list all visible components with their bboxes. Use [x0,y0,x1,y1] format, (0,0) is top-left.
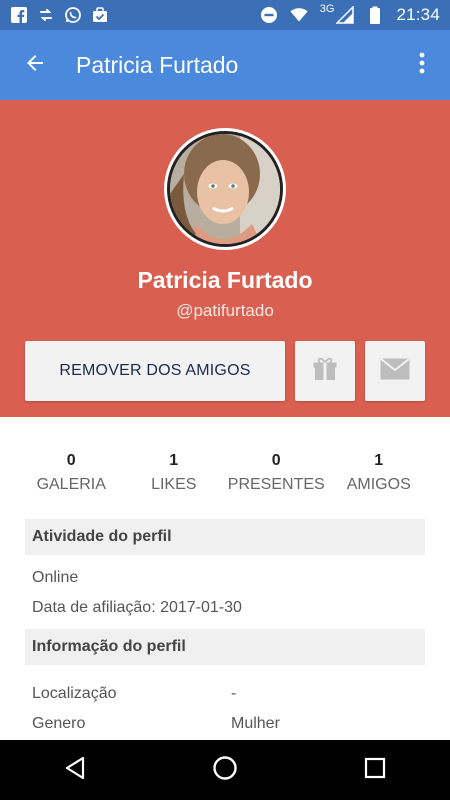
profile-name: Patricia Furtado [137,267,313,293]
clock: 21:34 [396,5,440,24]
profile-stats: 0 GALERIA 1 LIKES 0 PRESENTES 1 AMIGOS [20,452,430,502]
stat-gifts[interactable]: 0 PRESENTES [225,452,328,502]
signal-icon [336,6,355,24]
stat-gallery[interactable]: 0 GALERIA [20,452,123,502]
avatar[interactable] [164,128,286,250]
briefcase-check-icon [91,6,109,24]
sync-icon [37,6,55,24]
stat-likes[interactable]: 1 LIKES [123,452,226,502]
home-circle-icon [212,755,238,786]
stat-friends[interactable]: 1 AMIGOS [328,452,431,502]
info-section-header: Informação do perfil [25,629,425,665]
send-gift-button[interactable] [295,341,355,401]
status-bar: 3G 21:34 [0,0,450,30]
battery-icon [366,6,384,24]
stat-value: 1 [374,452,384,469]
system-navigation-bar [0,740,450,800]
stat-value: 0 [271,452,281,469]
stat-label: LIKES [151,476,197,493]
avatar-photo [167,131,283,247]
nav-home-button[interactable] [195,740,255,800]
profile-header: Patricia Furtado @patifurtado REMOVER DO… [0,100,450,417]
system-icons: 3G 21:34 [260,3,440,25]
nav-back-button[interactable] [45,740,105,800]
stat-value: 1 [169,452,179,469]
activity-section-header: Atividade do perfil [25,519,425,555]
back-triangle-icon [64,756,86,785]
profile-handle: @patifurtado [176,301,274,320]
more-vert-icon [419,52,425,79]
info-row-label: Genero [32,715,86,732]
stat-label: GALERIA [36,476,106,493]
notification-icons [10,6,109,24]
nav-recents-button[interactable] [345,740,405,800]
back-button[interactable] [0,30,70,100]
overflow-menu-button[interactable] [394,30,450,100]
join-date: Data de afiliação: 2017-01-30 [32,599,242,616]
recents-square-icon [364,757,386,784]
stat-label: PRESENTES [227,476,325,493]
info-row-value: - [231,685,237,702]
remove-friend-button[interactable]: REMOVER DOS AMIGOS [25,341,285,401]
info-row-label: Localização [32,685,117,702]
online-status: Online [32,569,79,586]
mail-icon [380,357,410,385]
do-not-disturb-icon [260,6,278,24]
stat-label: AMIGOS [346,476,411,493]
page-title: Patricia Furtado [76,51,239,78]
whatsapp-icon [64,6,82,24]
send-message-button[interactable] [365,341,425,401]
facebook-icon [10,6,28,24]
wifi-icon [290,6,308,24]
stat-value: 0 [66,452,76,469]
info-row-value: Mulher [231,715,280,732]
gift-icon [312,356,338,387]
network-type: 3G [319,3,335,15]
arrow-back-icon [23,51,47,80]
app-bar: Patricia Furtado [0,30,450,100]
